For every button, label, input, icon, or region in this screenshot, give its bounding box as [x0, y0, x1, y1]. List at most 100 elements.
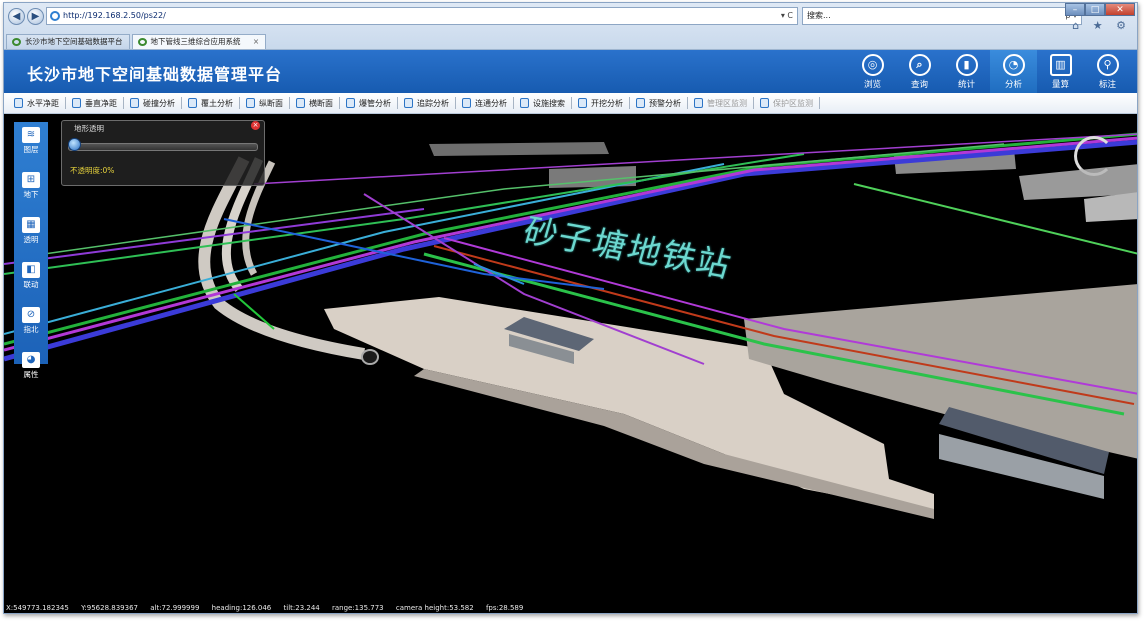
browser-window: ◀ ▶ http://192.168.2.50/ps22/ ▾ C 搜索... … [3, 2, 1138, 614]
tool-icon [14, 98, 23, 108]
tool-cover-soil[interactable]: 覆土分析 [188, 98, 233, 109]
status-range: range:135.773 [331, 604, 384, 612]
divider [123, 97, 124, 109]
tool-label: 追踪分析 [417, 98, 449, 108]
tool-pipe-burst[interactable]: 爆管分析 [346, 98, 391, 109]
tool-label: 水平净距 [27, 98, 59, 108]
tunnel-mouth [361, 349, 379, 365]
minimize-button[interactable]: – [1065, 3, 1085, 16]
divider [397, 97, 398, 109]
3d-viewport[interactable]: 砂子塘地铁站 ≋ 图层 ⊞ 地下 ▦ 透明 ◧ 联动 ⊘ 指北 ◕ 属性 地形透明 × 不透… [4, 114, 1137, 613]
tool-collision[interactable]: 碰撞分析 [130, 98, 175, 109]
divider [629, 97, 630, 109]
divider [65, 97, 66, 109]
module-label: 标注 [1098, 80, 1116, 90]
underground-button[interactable]: ⊞ 地下 [14, 172, 48, 212]
analysis-icon: ◔ [1002, 54, 1025, 76]
slider-knob[interactable] [68, 138, 81, 151]
tool-protection-zone-monitor[interactable]: 保护区监测 [760, 98, 813, 109]
tab-favicon-icon [137, 38, 147, 46]
navigation-compass-icon[interactable] [1074, 136, 1114, 176]
underground-icon: ⊞ [22, 172, 40, 188]
back-button-icon[interactable]: ◀ [8, 8, 25, 25]
module-measure[interactable]: ▥ 量算 [1037, 50, 1084, 93]
tool-label: 预警分析 [649, 98, 681, 108]
tool-icon [404, 98, 413, 108]
tool-facility-search[interactable]: 设施搜索 [520, 98, 565, 109]
tool-label: 纵断面 [259, 98, 283, 108]
app-header: 长沙市地下空间基础数据管理平台 ◎ 浏览 ⌕ 查询 ▮ 统计 ◔ 分析 ▥ 量算 ⚲ 标注 [4, 50, 1137, 93]
tool-label: 管理区监测 [707, 98, 747, 108]
tab-close-icon[interactable]: × [253, 37, 259, 46]
tool-connectivity[interactable]: 连通分析 [462, 98, 507, 109]
divider [339, 97, 340, 109]
home-favorites-settings-icons[interactable]: ⌂ ★ ⚙ [1072, 19, 1131, 32]
status-fps: fps:28.589 [485, 604, 524, 612]
module-query[interactable]: ⌕ 查询 [896, 50, 943, 93]
layers-button[interactable]: ≋ 图层 [14, 127, 48, 167]
properties-button[interactable]: ◕ 属性 [14, 352, 48, 392]
left-tool-label: 透明 [23, 235, 39, 244]
tool-management-zone-monitor[interactable]: 管理区监测 [694, 98, 747, 109]
module-analysis[interactable]: ◔ 分析 [990, 50, 1037, 93]
forward-button-icon[interactable]: ▶ [27, 8, 44, 25]
module-stats[interactable]: ▮ 统计 [943, 50, 990, 93]
search-placeholder: 搜索... [807, 11, 831, 20]
tool-icon [462, 98, 471, 108]
tool-warning[interactable]: 预警分析 [636, 98, 681, 109]
divider [239, 97, 240, 109]
tool-cross-section[interactable]: 横断面 [296, 98, 333, 109]
transparent-icon: ▦ [22, 217, 40, 233]
refresh-icon[interactable]: ▾ C [781, 8, 793, 24]
search-box[interactable]: 搜索... ρ ▾ [802, 7, 1082, 25]
opacity-value: 不透明度:0% [70, 166, 115, 175]
tool-icon [130, 98, 139, 108]
ie-logo-icon [50, 11, 60, 21]
tab-pipeline-system[interactable]: 地下管线三维综合应用系统 × [131, 34, 267, 49]
tool-longitudinal-section[interactable]: 纵断面 [246, 98, 283, 109]
url-text: http://192.168.2.50/ps22/ [63, 11, 166, 20]
app-title: 长沙市地下空间基础数据管理平台 [27, 65, 283, 84]
close-icon[interactable]: × [251, 121, 260, 130]
tool-label: 保护区监测 [773, 98, 813, 108]
tab-platform[interactable]: 长沙市地下空间基础数据平台 [6, 34, 130, 49]
tool-label: 碰撞分析 [143, 98, 175, 108]
scene-render [4, 132, 1137, 519]
left-tool-label: 地下 [23, 190, 39, 199]
tool-excavation[interactable]: 开挖分析 [578, 98, 623, 109]
north-button[interactable]: ⊘ 指北 [14, 307, 48, 347]
tool-icon [636, 98, 645, 108]
tool-vertical-clearance[interactable]: 垂直净距 [72, 98, 117, 109]
tool-label: 横断面 [309, 98, 333, 108]
opacity-slider[interactable] [68, 143, 258, 151]
transparent-button[interactable]: ▦ 透明 [14, 217, 48, 257]
close-window-button[interactable]: ✕ [1105, 3, 1135, 16]
window-controls: – □ ✕ [1065, 3, 1135, 16]
divider [571, 97, 572, 109]
tool-trace[interactable]: 追踪分析 [404, 98, 449, 109]
module-label: 量算 [1051, 80, 1069, 90]
maximize-button[interactable]: □ [1085, 3, 1105, 16]
module-label: 分析 [1004, 80, 1022, 90]
tool-label: 连通分析 [475, 98, 507, 108]
tool-icon [694, 98, 703, 108]
link-icon: ◧ [22, 262, 40, 278]
status-bar: X:549773.182345 Y:95628.839367 alt:72.99… [4, 602, 1137, 613]
target-icon: ◎ [861, 54, 884, 76]
popup-title: 地形透明 [74, 124, 104, 133]
building [429, 142, 609, 156]
layers-icon: ≋ [22, 127, 40, 143]
tab-title: 长沙市地下空间基础数据平台 [25, 37, 123, 46]
address-bar[interactable]: http://192.168.2.50/ps22/ ▾ C [46, 7, 798, 25]
status-y: Y:95628.839367 [81, 604, 138, 612]
module-browse[interactable]: ◎ 浏览 [849, 50, 896, 93]
divider [513, 97, 514, 109]
analysis-toolbar: 水平净距 垂直净距 碰撞分析 覆土分析 纵断面 横断面 爆管分析 追踪分析 连通… [4, 93, 1137, 114]
tool-label: 设施搜索 [533, 98, 565, 108]
divider [289, 97, 290, 109]
tool-horizontal-clearance[interactable]: 水平净距 [14, 98, 59, 109]
left-tool-label: 属性 [23, 370, 39, 379]
link-button[interactable]: ◧ 联动 [14, 262, 48, 302]
module-annotate[interactable]: ⚲ 标注 [1084, 50, 1131, 93]
building [1084, 192, 1137, 222]
